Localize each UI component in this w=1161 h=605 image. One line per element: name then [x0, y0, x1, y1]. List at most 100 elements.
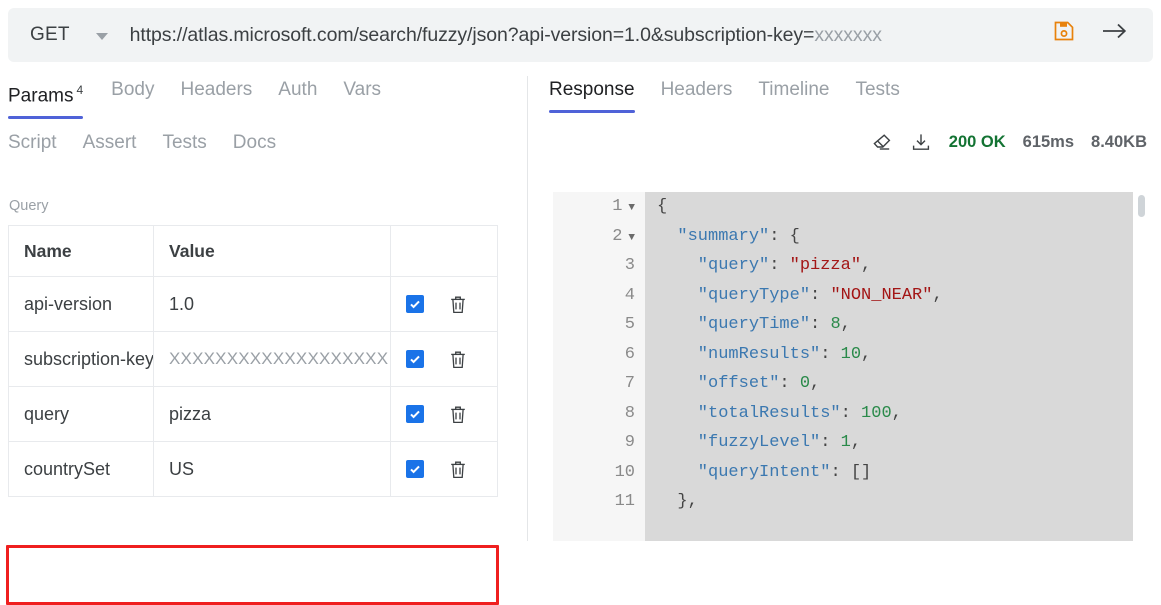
tab-response[interactable]: Response [549, 76, 635, 113]
tab-assert[interactable]: Assert [83, 129, 137, 157]
arrow-right-icon[interactable] [1100, 17, 1130, 45]
save-floppy-icon[interactable] [1050, 17, 1078, 45]
token-punc: : [769, 256, 790, 275]
response-time: 615ms [1022, 132, 1075, 151]
param-enabled-checkbox[interactable] [406, 405, 424, 423]
url-input[interactable]: https://atlas.microsoft.com/search/fuzzy… [130, 24, 882, 47]
token-key: "numResults" [657, 344, 821, 364]
param-actions-cell [390, 276, 498, 332]
param-value-cell[interactable]: US [153, 441, 391, 497]
line-number: 7 [624, 374, 635, 393]
token-key: "summary" [657, 226, 770, 246]
code-line: "query": "pizza", [645, 251, 1133, 281]
code-line: "fuzzyLevel": 1, [645, 428, 1133, 458]
request-config-panel: Params 4 Body Headers Auth Vars Script As… [0, 76, 527, 605]
token-key: "fuzzyLevel" [657, 433, 821, 452]
token-key: "queryIntent" [657, 462, 831, 482]
tab-response-headers[interactable]: Headers [661, 76, 733, 104]
param-value-cell[interactable]: XXXXXXXXXXXXXXXXXXX [153, 331, 391, 387]
token-punc: , [932, 285, 943, 305]
line-number: 1 ▼ [612, 197, 635, 216]
token-punc: , [840, 315, 851, 334]
request-bar: GET https://atlas.microsoft.com/search/f… [8, 8, 1153, 62]
tab-tests[interactable]: Tests [162, 129, 206, 157]
param-name-cell[interactable]: query [8, 386, 154, 442]
param-name-cell[interactable]: api-version [8, 276, 154, 332]
trash-icon[interactable] [448, 404, 468, 425]
tab-response-tests[interactable]: Tests [855, 76, 899, 104]
table-row: countrySet US [8, 441, 498, 497]
line-number: 4 [624, 285, 635, 305]
param-name-cell[interactable]: subscription-key [8, 331, 154, 387]
tab-body[interactable]: Body [111, 76, 154, 104]
request-tabs-row1: Params 4 Body Headers Auth Vars [0, 76, 527, 120]
token-num: 100 [861, 403, 892, 423]
tab-vars[interactable]: Vars [343, 76, 381, 104]
fold-toggle-icon[interactable]: ▼ [628, 202, 635, 214]
param-value-cell[interactable]: pizza [153, 386, 391, 442]
token-key: "queryTime" [657, 315, 811, 334]
param-name-cell[interactable]: countrySet [8, 441, 154, 497]
tab-params[interactable]: Params 4 [8, 76, 84, 120]
code-line: "offset": 0, [645, 369, 1133, 399]
column-header-name: Name [8, 225, 154, 277]
line-number: 11 [614, 492, 635, 511]
line-number: 8 [624, 403, 635, 423]
token-punc: : [840, 403, 862, 423]
code-line: "queryIntent": [] [645, 458, 1133, 488]
code-line: "queryTime": 8, [645, 310, 1133, 340]
code-line: { [645, 192, 1133, 222]
trash-icon[interactable] [448, 349, 468, 370]
tab-params-label: Params [8, 85, 74, 107]
token-punc: { [657, 197, 668, 216]
param-enabled-checkbox[interactable] [406, 460, 424, 478]
trash-icon[interactable] [448, 459, 468, 480]
token-key: "queryType" [657, 285, 811, 305]
url-text: https://atlas.microsoft.com/search/fuzzy… [129, 23, 815, 46]
code-line: }, [645, 487, 1133, 517]
trash-icon[interactable] [448, 294, 468, 315]
token-key: "query" [657, 256, 770, 275]
token-str: "pizza" [789, 256, 862, 275]
param-value-cell[interactable]: 1.0 [153, 276, 391, 332]
tab-auth[interactable]: Auth [278, 76, 317, 104]
tab-timeline[interactable]: Timeline [758, 76, 829, 104]
response-scrollbar-track[interactable] [1138, 192, 1145, 541]
tab-docs[interactable]: Docs [233, 129, 276, 157]
tab-params-badge: 4 [76, 83, 84, 97]
token-num: 8 [830, 315, 841, 334]
tab-headers[interactable]: Headers [180, 76, 252, 104]
query-section-label: Query [9, 198, 49, 214]
token-num: 0 [799, 374, 811, 393]
param-enabled-checkbox[interactable] [406, 350, 424, 368]
tab-script[interactable]: Script [8, 129, 57, 157]
response-json-code[interactable]: { "summary": { "query": "pizza", "queryT… [645, 192, 1133, 541]
param-actions-cell [390, 386, 498, 442]
param-actions-cell [390, 441, 498, 497]
download-icon[interactable] [910, 132, 932, 152]
token-punc: , [810, 374, 821, 393]
token-punc: , [850, 433, 862, 452]
param-enabled-checkbox[interactable] [406, 295, 424, 313]
eraser-icon[interactable] [871, 132, 893, 152]
token-key: "totalResults" [657, 403, 841, 423]
token-punc: : [] [830, 462, 872, 482]
response-body-viewer: 1 ▼ 2 ▼ 3 4 5 6 7 8 9 10 11 { "summary": { "query": … [553, 192, 1145, 541]
url-masked-key: xxxxxxx [814, 23, 882, 46]
line-number: 2 ▼ [612, 226, 635, 246]
response-scrollbar-thumb[interactable] [1138, 195, 1145, 217]
query-params-table: Name Value api-version 1.0 subscription-… [8, 225, 498, 497]
column-header-value: Value [153, 225, 391, 277]
token-punc: : [779, 374, 800, 393]
token-punc: , [861, 344, 872, 364]
fold-toggle-icon[interactable]: ▼ [628, 232, 635, 244]
code-line: "queryType": "NON_NEAR", [645, 281, 1133, 311]
table-header-row: Name Value [8, 225, 498, 277]
chevron-down-icon[interactable] [95, 32, 108, 40]
code-line: "totalResults": 100, [645, 399, 1133, 429]
response-size: 8.40KB [1091, 132, 1147, 151]
http-method-label[interactable]: GET [30, 24, 70, 46]
token-punc: : [820, 433, 841, 452]
token-punc: , [861, 256, 872, 275]
token-str: "NON_NEAR" [830, 285, 933, 305]
